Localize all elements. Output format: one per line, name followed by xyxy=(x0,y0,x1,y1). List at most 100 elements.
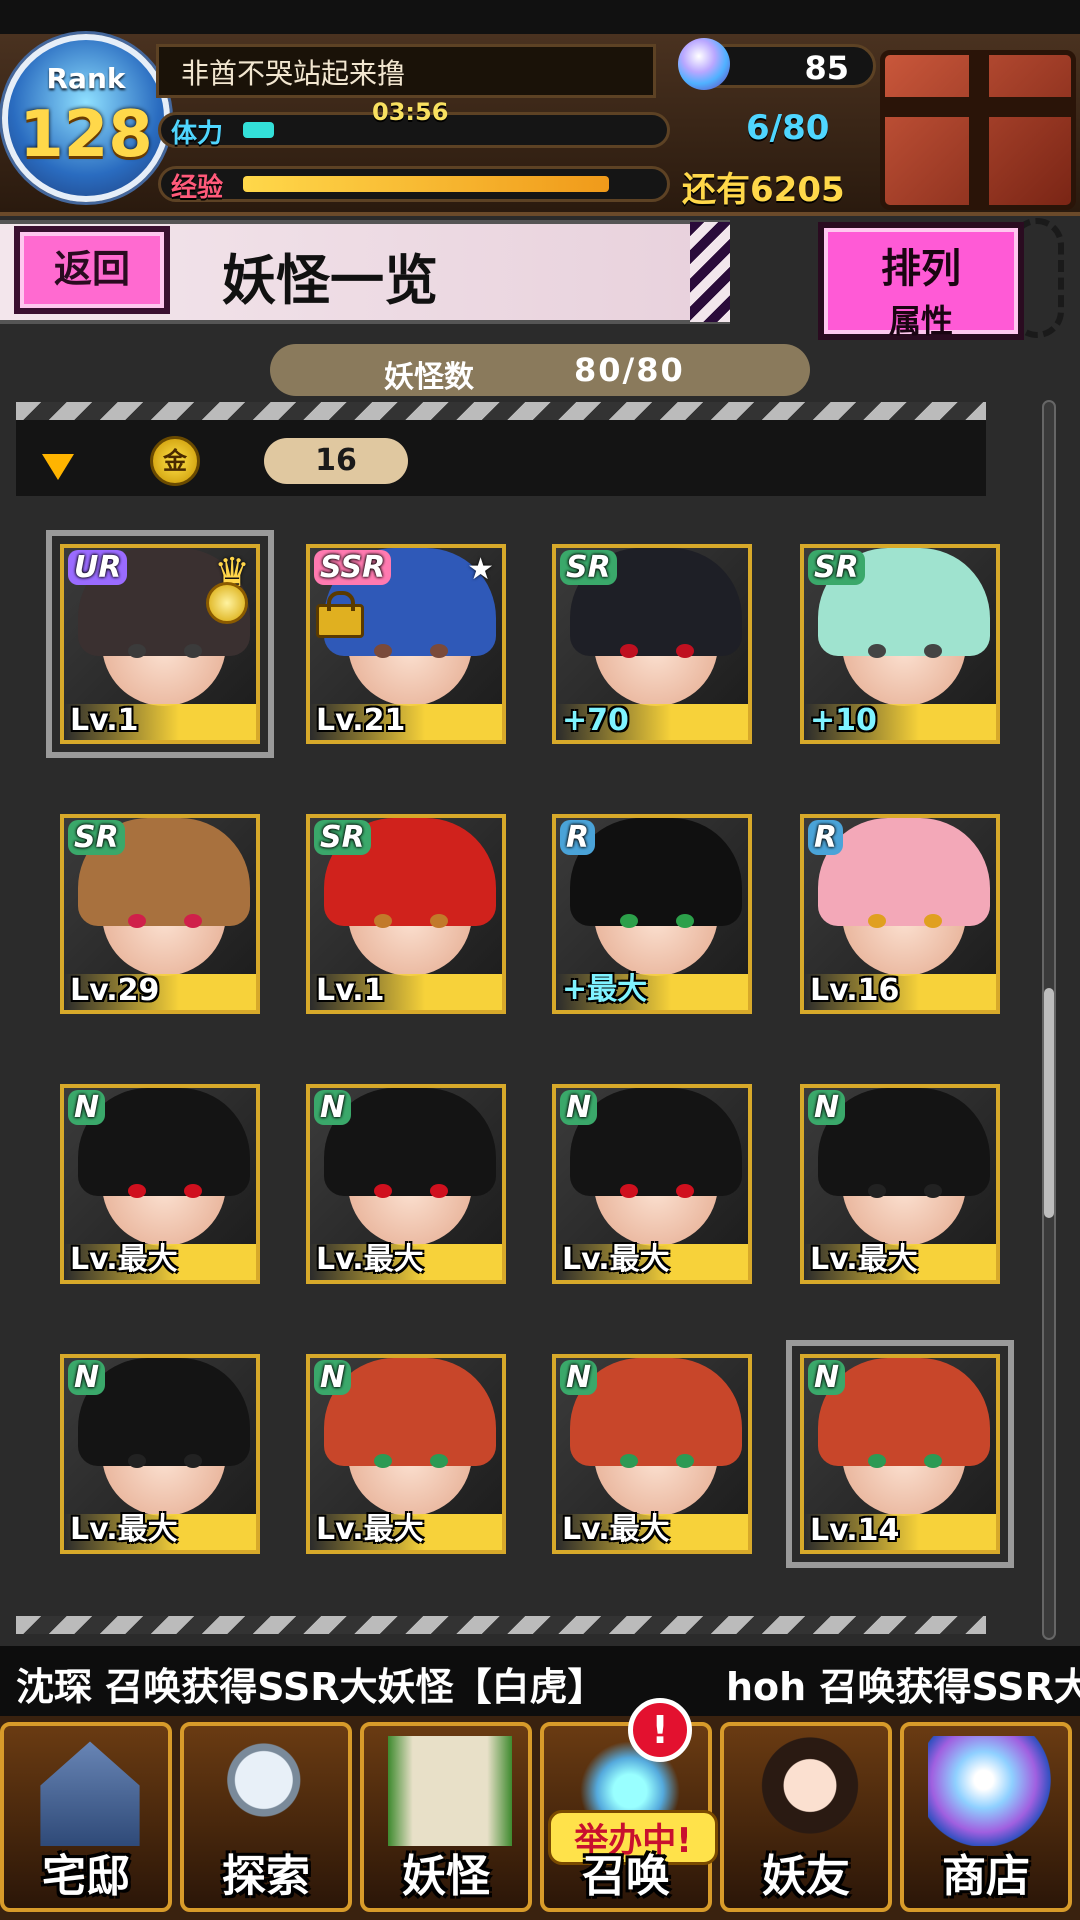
gem-icon xyxy=(678,38,730,90)
sort-button[interactable]: 排列 属性 xyxy=(818,222,1024,340)
level-label: +10 xyxy=(810,703,877,738)
crystal-orb-icon xyxy=(928,1736,1052,1846)
level-label: Lv.21 xyxy=(316,703,406,738)
monster-card[interactable]: SR Lv.29 xyxy=(60,814,260,1014)
lock-icon xyxy=(316,591,364,638)
house-icon xyxy=(40,1741,140,1846)
nav-item-1[interactable]: 宅邸 xyxy=(0,1722,172,1912)
level-label: Lv.14 xyxy=(810,1513,900,1548)
player-name: 非酋不哭站起来撸 xyxy=(156,44,656,98)
monster-card[interactable]: N Lv.最大 xyxy=(60,1354,260,1554)
gift-box-icon[interactable] xyxy=(880,50,1076,210)
monster-count-label: 妖怪数 xyxy=(384,360,474,395)
back-button[interactable]: 返回 xyxy=(14,226,170,314)
nav-label: 妖友 xyxy=(762,1851,850,1902)
rarity-badge: N xyxy=(808,1090,846,1125)
collapse-arrow-icon[interactable] xyxy=(42,454,74,480)
monster-card[interactable]: N Lv.最大 xyxy=(306,1084,506,1284)
rarity-badge: SR xyxy=(808,550,865,585)
monster-grid: UR ♛ Lv.1 SSR ★ Lv.21 SR +70 SR +10 SR Lv.29 SR Lv.1 R… xyxy=(0,510,1040,1640)
level-label: Lv.最大 xyxy=(70,1512,178,1547)
ticker-message: hoh 召唤获得SSR大 xyxy=(726,1665,1080,1709)
monster-count: 妖怪数 80/80 xyxy=(270,344,810,396)
monster-card[interactable]: SR +70 xyxy=(552,544,752,744)
monster-card[interactable]: N Lv.最大 xyxy=(552,1354,752,1554)
stamina-timer: 03:56 xyxy=(372,98,449,126)
rarity-badge: R xyxy=(808,820,844,855)
monster-card[interactable]: N Lv.最大 xyxy=(552,1084,752,1284)
grid-bottom-rail xyxy=(16,1616,986,1634)
rarity-badge: SR xyxy=(560,550,617,585)
rank-badge[interactable]: Rank 128 xyxy=(2,34,170,202)
level-label: Lv.1 xyxy=(316,973,385,1008)
monster-card[interactable]: UR ♛ Lv.1 xyxy=(46,530,274,758)
alert-icon: ! xyxy=(628,1698,692,1762)
gem-count: 85 xyxy=(804,49,849,87)
nav-label: 商店 xyxy=(942,1851,1030,1902)
bottom-nav: 宅邸 探索 妖怪 举办中! 召唤 妖友 商店 xyxy=(0,1716,1080,1920)
rarity-badge: SR xyxy=(314,820,371,855)
rarity-badge: SR xyxy=(68,820,125,855)
rarity-badge: N xyxy=(68,1090,106,1125)
level-label: Lv.最大 xyxy=(70,1242,178,1277)
title-decoration xyxy=(690,222,730,322)
level-label: +70 xyxy=(562,703,629,738)
magnifier-map-icon xyxy=(208,1736,332,1846)
monster-card[interactable]: SSR ★ Lv.21 xyxy=(306,544,506,744)
monster-card[interactable]: N Lv.最大 xyxy=(800,1084,1000,1284)
rarity-badge: N xyxy=(68,1360,106,1395)
rarity-badge: N xyxy=(314,1360,352,1395)
monster-card[interactable]: N Lv.最大 xyxy=(60,1084,260,1284)
exp-fill xyxy=(243,176,609,192)
monster-card[interactable]: SR +10 xyxy=(800,544,1000,744)
ticker-message: 沈琛 召唤获得SSR大妖怪【白虎】 xyxy=(16,1665,606,1709)
rarity-badge: UR xyxy=(68,550,128,585)
level-label: Lv.最大 xyxy=(810,1242,918,1277)
star-icon: ★ xyxy=(467,552,494,587)
level-label: Lv.16 xyxy=(810,973,900,1008)
stamina-count: 6/80 xyxy=(746,108,830,148)
nav-item-5[interactable]: 妖友 xyxy=(720,1722,892,1912)
filter-rail-top xyxy=(16,402,986,420)
monster-card[interactable]: R +最大 xyxy=(552,814,752,1014)
exp-bar: 经验 xyxy=(158,166,670,203)
level-label: Lv.最大 xyxy=(562,1242,670,1277)
monster-card[interactable]: R Lv.16 xyxy=(800,814,1000,1014)
level-label: Lv.1 xyxy=(70,703,139,738)
nav-item-4[interactable]: 举办中! 召唤 xyxy=(540,1722,718,1912)
gold-coin-icon: 金 xyxy=(150,436,200,486)
scroll-icon xyxy=(388,1736,512,1846)
nav-label: 妖怪 xyxy=(402,1851,490,1902)
rarity-badge: N xyxy=(808,1360,846,1395)
nav-item-6[interactable]: 商店 xyxy=(900,1722,1072,1912)
rarity-badge: N xyxy=(560,1360,598,1395)
rank-label: Rank xyxy=(46,62,126,95)
monster-count-value: 80/80 xyxy=(574,351,685,389)
nav-item-3[interactable]: 妖怪 xyxy=(360,1722,532,1912)
monster-card[interactable]: N Lv.最大 xyxy=(306,1354,506,1554)
rarity-badge: R xyxy=(560,820,596,855)
stamina-label: 体力 xyxy=(171,119,224,149)
coin-count: 16 xyxy=(264,438,408,484)
monster-card[interactable]: SR Lv.1 xyxy=(306,814,506,1014)
level-label: Lv.最大 xyxy=(316,1242,424,1277)
exp-remaining: 还有6205 xyxy=(682,170,845,210)
rank-number: 128 xyxy=(19,98,153,172)
medal-icon xyxy=(206,582,248,624)
level-label: Lv.最大 xyxy=(562,1512,670,1547)
nav-label: 召唤 xyxy=(582,1851,670,1902)
exp-label: 经验 xyxy=(171,173,224,203)
scrollbar-thumb[interactable] xyxy=(1044,988,1054,1218)
nav-item-2[interactable]: 探索 xyxy=(180,1722,352,1912)
sort-value: 属性 xyxy=(888,302,953,340)
friend-catgirl-icon xyxy=(748,1736,872,1846)
nav-label: 宅邸 xyxy=(42,1851,130,1902)
level-label: Lv.29 xyxy=(70,973,160,1008)
monster-card[interactable]: N Lv.14 xyxy=(786,1340,1014,1568)
nav-label: 探索 xyxy=(222,1851,310,1902)
news-ticker: 沈琛 召唤获得SSR大妖怪【白虎】 hoh 召唤获得SSR大 xyxy=(0,1646,1080,1716)
level-label: Lv.最大 xyxy=(316,1512,424,1547)
sort-label: 排列 xyxy=(881,246,961,292)
rarity-badge: SSR xyxy=(314,550,392,585)
stamina-fill xyxy=(243,122,274,138)
